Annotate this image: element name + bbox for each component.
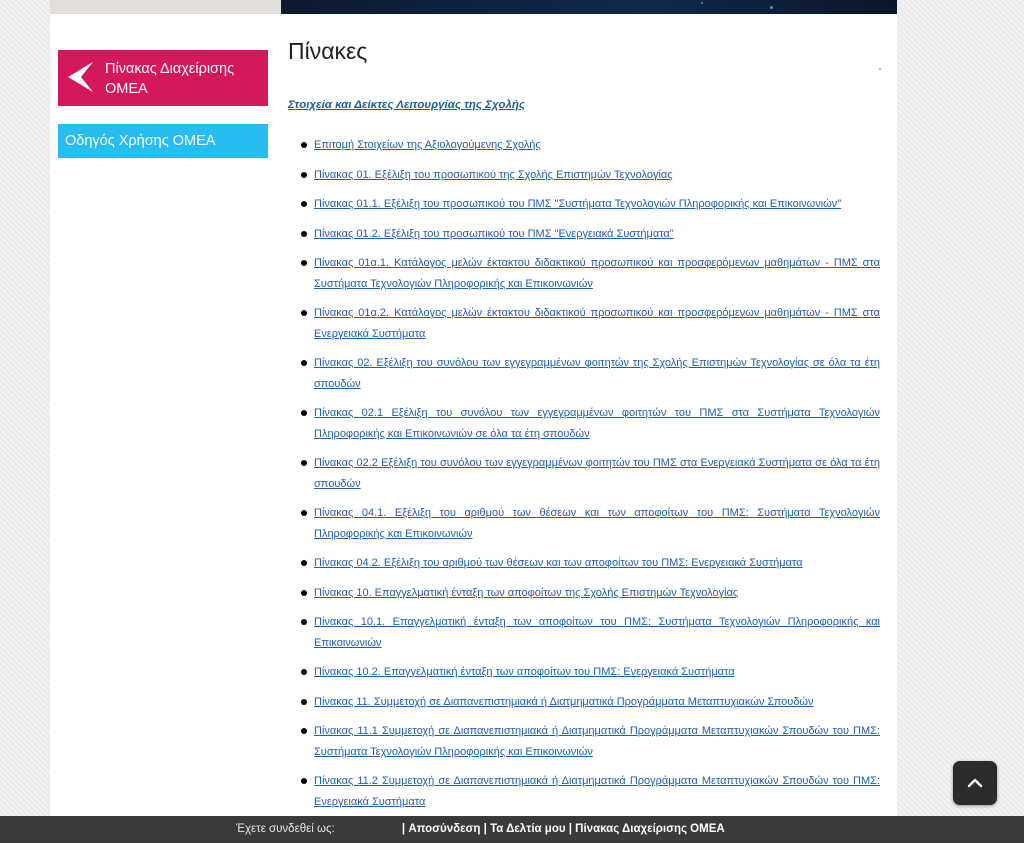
table-link[interactable]: Πίνακας 11. Συμμετοχή σε Διαπανεπιστημια… <box>314 696 813 708</box>
page-container: Πίνακας Διαχείρισης ΟΜΕΑ Οδηγός Χρήσης Ο… <box>50 0 897 816</box>
sidebar-item-label: Πίνακας Διαχείρισης ΟΜΕΑ <box>105 61 235 97</box>
table-link[interactable]: Πίνακας 01.2. Εξέλιξη του προσωπικού του… <box>314 228 674 240</box>
logout-link[interactable]: Αποσύνδεση <box>408 823 480 835</box>
list-item: Πίνακας 01.1. Εξέλιξη του προσωπικού του… <box>301 194 880 215</box>
list-item: Επιτομή Στοιχείων της Αξιολογούμενης Σχο… <box>301 135 880 156</box>
list-item: Πίνακας 11. Συμμετοχή σε Διαπανεπιστημια… <box>301 692 880 713</box>
footer-user-menu: Έχετε συνδεθεί ως: | Αποσύνδεση | Τα Δελ… <box>236 816 725 843</box>
tables-list: Επιτομή Στοιχείων της Αξιολογούμενης Σχο… <box>288 135 880 821</box>
sidebar: Πίνακας Διαχείρισης ΟΜΕΑ Οδηγός Χρήσης Ο… <box>58 50 268 158</box>
decorative-dot <box>879 68 881 70</box>
list-item: Πίνακας 10. Επαγγελματική ένταξη των απο… <box>301 583 880 604</box>
table-link[interactable]: Πίνακας 02.1 Εξέλιξη του συνόλου των εγγ… <box>314 407 880 440</box>
list-item: Πίνακας 10.1. Επαγγελματική ένταξη των α… <box>301 612 880 653</box>
section-heading-link[interactable]: Στοιχεία και Δείκτες Λειτουργίας της Σχο… <box>288 99 525 111</box>
table-link[interactable]: Πίνακας 01.1. Εξέλιξη του προσωπικού του… <box>314 198 841 210</box>
table-link[interactable]: Πίνακας 02.2 Εξέλιξη του συνόλου των εγγ… <box>314 457 880 490</box>
table-link[interactable]: Επιτομή Στοιχείων της Αξιολογούμενης Σχο… <box>314 139 541 151</box>
table-link[interactable]: Πίνακας 04.2. Εξέλιξη του αριθμού των θέ… <box>314 557 803 569</box>
paper-plane-icon <box>68 62 93 92</box>
footer-separator: | <box>401 823 406 835</box>
main-content: Πίνακες Στοιχεία και Δείκτες Λειτουργίας… <box>288 38 881 808</box>
list-item: Πίνακας 02.1 Εξέλιξη του συνόλου των εγγ… <box>301 403 880 444</box>
table-link[interactable]: Πίνακας 01α.1. Κατάλογος μελών έκτακτου … <box>314 257 880 290</box>
sidebar-item-user-guide[interactable]: Οδηγός Χρήσης ΟΜΕΑ <box>58 124 268 158</box>
table-link[interactable]: Πίνακας 01. Εξέλιξη του προσωπικού της Σ… <box>314 169 673 181</box>
header-banner <box>281 0 897 14</box>
chevron-up-icon <box>967 778 983 788</box>
logged-in-label: Έχετε συνδεθεί ως: <box>236 823 335 835</box>
table-link[interactable]: Πίνακας 11.2 Συμμετοχή σε Διαπανεπιστημι… <box>314 775 880 808</box>
list-item: Πίνακας 01α.1. Κατάλογος μελών έκτακτου … <box>301 253 880 294</box>
admin-panel-link[interactable]: Πίνακας Διαχείρισης ΟΜΕΑ <box>575 823 725 835</box>
list-item: Πίνακας 04.2. Εξέλιξη του αριθμού των θέ… <box>301 553 880 574</box>
scroll-to-top-button[interactable] <box>953 761 997 805</box>
list-item: Πίνακας 11.1 Συμμετοχή σε Διαπανεπιστημι… <box>301 721 880 762</box>
page-title: Πίνακες <box>288 38 368 64</box>
list-item: Πίνακας 01α.2. Κατάλογος μελών έκτακτου … <box>301 303 880 344</box>
list-item: Πίνακας 02. Εξέλιξη του συνόλου των εγγε… <box>301 353 880 394</box>
header-strip-left <box>50 0 281 14</box>
footer-separator: | <box>483 823 487 835</box>
table-link[interactable]: Πίνακας 04.1. Εξέλιξη του αριθμού των θέ… <box>314 507 880 540</box>
list-item: Πίνακας 04.1. Εξέλιξη του αριθμού των θέ… <box>301 503 880 544</box>
sidebar-item-admin-panel[interactable]: Πίνακας Διαχείρισης ΟΜΕΑ <box>58 50 268 106</box>
my-tickets-link[interactable]: Τα Δελτία μου <box>490 823 565 835</box>
list-item: Πίνακας 01.2. Εξέλιξη του προσωπικού του… <box>301 224 880 245</box>
footer-bar: Έχετε συνδεθεί ως: | Αποσύνδεση | Τα Δελ… <box>0 816 1024 843</box>
table-link[interactable]: Πίνακας 10.1. Επαγγελματική ένταξη των α… <box>314 616 880 649</box>
table-link[interactable]: Πίνακας 11.1 Συμμετοχή σε Διαπανεπιστημι… <box>314 725 880 758</box>
table-link[interactable]: Πίνακας 10. Επαγγελματική ένταξη των απο… <box>314 587 738 599</box>
footer-separator: | <box>568 823 572 835</box>
list-item: Πίνακας 11.2 Συμμετοχή σε Διαπανεπιστημι… <box>301 771 880 812</box>
list-item: Πίνακας 10.2. Επαγγελματική ένταξη των α… <box>301 662 880 683</box>
table-link[interactable]: Πίνακας 02. Εξέλιξη του συνόλου των εγγε… <box>314 357 880 390</box>
table-link[interactable]: Πίνακας 10.2. Επαγγελματική ένταξη των α… <box>314 666 735 678</box>
table-link[interactable]: Πίνακας 01α.2. Κατάλογος μελών έκτακτου … <box>314 307 880 340</box>
list-item: Πίνακας 02.2 Εξέλιξη του συνόλου των εγγ… <box>301 453 880 494</box>
list-item: Πίνακας 01. Εξέλιξη του προσωπικού της Σ… <box>301 165 880 186</box>
